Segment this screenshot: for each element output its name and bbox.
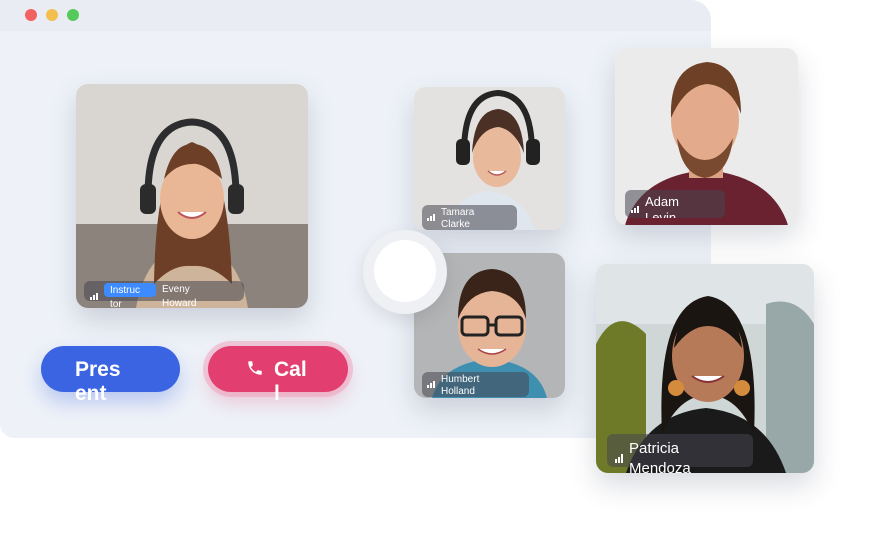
signal-icon (427, 376, 436, 388)
signal-icon (615, 443, 624, 463)
minimize-window-button[interactable] (46, 9, 58, 21)
participant-label-adam: Adam Levin (625, 190, 725, 218)
close-window-button[interactable] (25, 9, 37, 21)
participant-label-humbert: Humbert Holland (422, 372, 529, 397)
participant-name-instructor: Eveny Howard (162, 284, 197, 308)
participant-label-instructor: Instruc tor Eveny Howard (84, 281, 244, 308)
video-tile-tamara[interactable]: Tamara Clarke (414, 87, 565, 230)
call-button[interactable]: Call (208, 346, 348, 405)
record-button[interactable] (363, 230, 447, 314)
call-button-label: Call (274, 358, 307, 405)
signal-icon (427, 209, 436, 221)
record-button-icon (374, 240, 436, 302)
maximize-window-button[interactable] (67, 9, 79, 21)
participant-label-tamara: Tamara Clarke (422, 205, 517, 230)
participant-name-tamara: Tamara Clarke (441, 207, 475, 230)
video-tile-instructor[interactable]: Instruc tor Eveny Howard (76, 84, 308, 308)
participant-label-patricia: Patricia Mendoza (607, 434, 753, 473)
participant-name-patricia: Patricia Mendoza (629, 440, 691, 473)
video-tile-adam[interactable]: Adam Levin (615, 48, 798, 225)
signal-icon (90, 286, 99, 300)
participant-name-adam: Adam Levin (645, 194, 679, 218)
video-tile-patricia[interactable]: Patricia Mendoza (596, 264, 814, 473)
signal-icon (631, 197, 640, 213)
role-badge: Instruc tor (104, 283, 156, 308)
present-button[interactable]: Present (41, 346, 180, 405)
phone-icon (248, 361, 262, 375)
participant-name-humbert: Humbert Holland (441, 374, 480, 397)
title-bar (0, 0, 711, 31)
participant-video-instructor (76, 84, 308, 308)
present-button-label: Present (75, 358, 121, 405)
